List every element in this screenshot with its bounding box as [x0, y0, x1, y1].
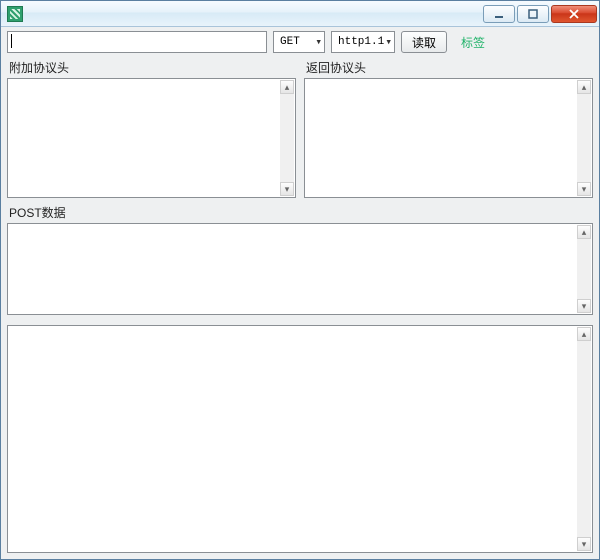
minimize-button[interactable] [483, 5, 515, 23]
app-window: GET ▾ http1.1 ▾ 读取 标签 附加协议头 ▴ ▾ [0, 0, 600, 560]
post-data-textarea[interactable]: ▴ ▾ [7, 223, 593, 315]
return-header-label: 返回协议头 [304, 57, 593, 78]
close-icon [568, 9, 580, 19]
close-button[interactable] [551, 5, 597, 23]
app-icon [7, 6, 23, 22]
return-header-column: 返回协议头 ▴ ▾ [304, 57, 593, 198]
scroll-down-button[interactable]: ▾ [280, 182, 294, 196]
top-row: GET ▾ http1.1 ▾ 读取 标签 [7, 31, 593, 53]
url-input[interactable] [7, 31, 267, 53]
attach-header-textarea[interactable]: ▴ ▾ [7, 78, 296, 198]
read-button[interactable]: 读取 [401, 31, 447, 53]
scrollbar-vertical[interactable]: ▴ ▾ [280, 80, 294, 196]
scroll-up-button[interactable]: ▴ [577, 225, 591, 239]
return-header-textarea[interactable]: ▴ ▾ [304, 78, 593, 198]
chevron-down-icon: ▾ [385, 35, 392, 49]
chevron-down-icon: ▾ [315, 35, 322, 49]
method-select[interactable]: GET ▾ [273, 31, 325, 53]
minimize-icon [494, 9, 504, 19]
scroll-up-button[interactable]: ▴ [280, 80, 294, 94]
scroll-down-button[interactable]: ▾ [577, 537, 591, 551]
output-textarea[interactable]: ▴ ▾ [7, 325, 593, 553]
scroll-down-button[interactable]: ▾ [577, 182, 591, 196]
scrollbar-vertical[interactable]: ▴ ▾ [577, 225, 591, 313]
headers-row: 附加协议头 ▴ ▾ 返回协议头 ▴ ▾ [7, 57, 593, 198]
http-selected-value: http1.1 [338, 36, 384, 48]
scroll-up-button[interactable]: ▴ [577, 327, 591, 341]
maximize-button[interactable] [517, 5, 549, 23]
http-version-select[interactable]: http1.1 ▾ [331, 31, 395, 53]
scrollbar-vertical[interactable]: ▴ ▾ [577, 327, 591, 551]
post-data-row: POST数据 ▴ ▾ [7, 202, 593, 315]
method-selected-value: GET [280, 36, 300, 48]
client-area: GET ▾ http1.1 ▾ 读取 标签 附加协议头 ▴ ▾ [1, 27, 599, 559]
read-button-label: 读取 [412, 34, 436, 51]
scroll-up-button[interactable]: ▴ [577, 80, 591, 94]
post-data-label: POST数据 [7, 202, 593, 223]
scrollbar-vertical[interactable]: ▴ ▾ [577, 80, 591, 196]
maximize-icon [528, 9, 538, 19]
window-buttons [483, 5, 597, 23]
titlebar [1, 1, 599, 27]
attach-header-label: 附加协议头 [7, 57, 296, 78]
attach-header-column: 附加协议头 ▴ ▾ [7, 57, 296, 198]
tag-label: 标签 [461, 34, 485, 51]
output-row: ▴ ▾ [7, 325, 593, 553]
text-caret [11, 34, 12, 48]
scroll-down-button[interactable]: ▾ [577, 299, 591, 313]
